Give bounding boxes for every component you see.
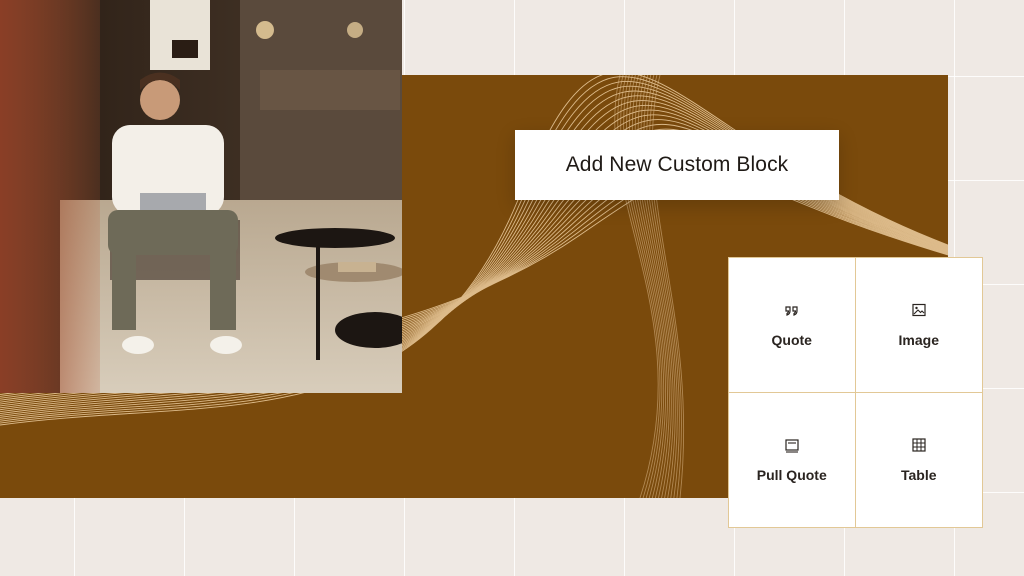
brand-panel-bottom bbox=[0, 393, 730, 498]
hero-photo bbox=[0, 0, 402, 393]
block-label: Pull Quote bbox=[756, 466, 827, 483]
block-label: Table bbox=[900, 466, 937, 483]
block-option-image[interactable]: Image bbox=[855, 258, 982, 393]
block-label: Quote bbox=[771, 331, 812, 348]
block-option-table[interactable]: Table bbox=[855, 392, 982, 527]
block-option-quote[interactable]: Quote bbox=[729, 258, 856, 393]
add-custom-block-button[interactable]: Add New Custom Block bbox=[515, 130, 839, 200]
image-icon bbox=[911, 302, 927, 318]
pull-quote-icon bbox=[784, 437, 800, 453]
table-icon bbox=[911, 437, 927, 453]
block-label: Image bbox=[898, 331, 939, 348]
block-option-pull-quote[interactable]: Pull Quote bbox=[729, 392, 856, 527]
block-type-grid: Quote Image Pull Quote Table bbox=[728, 257, 983, 528]
quote-icon bbox=[784, 302, 800, 318]
